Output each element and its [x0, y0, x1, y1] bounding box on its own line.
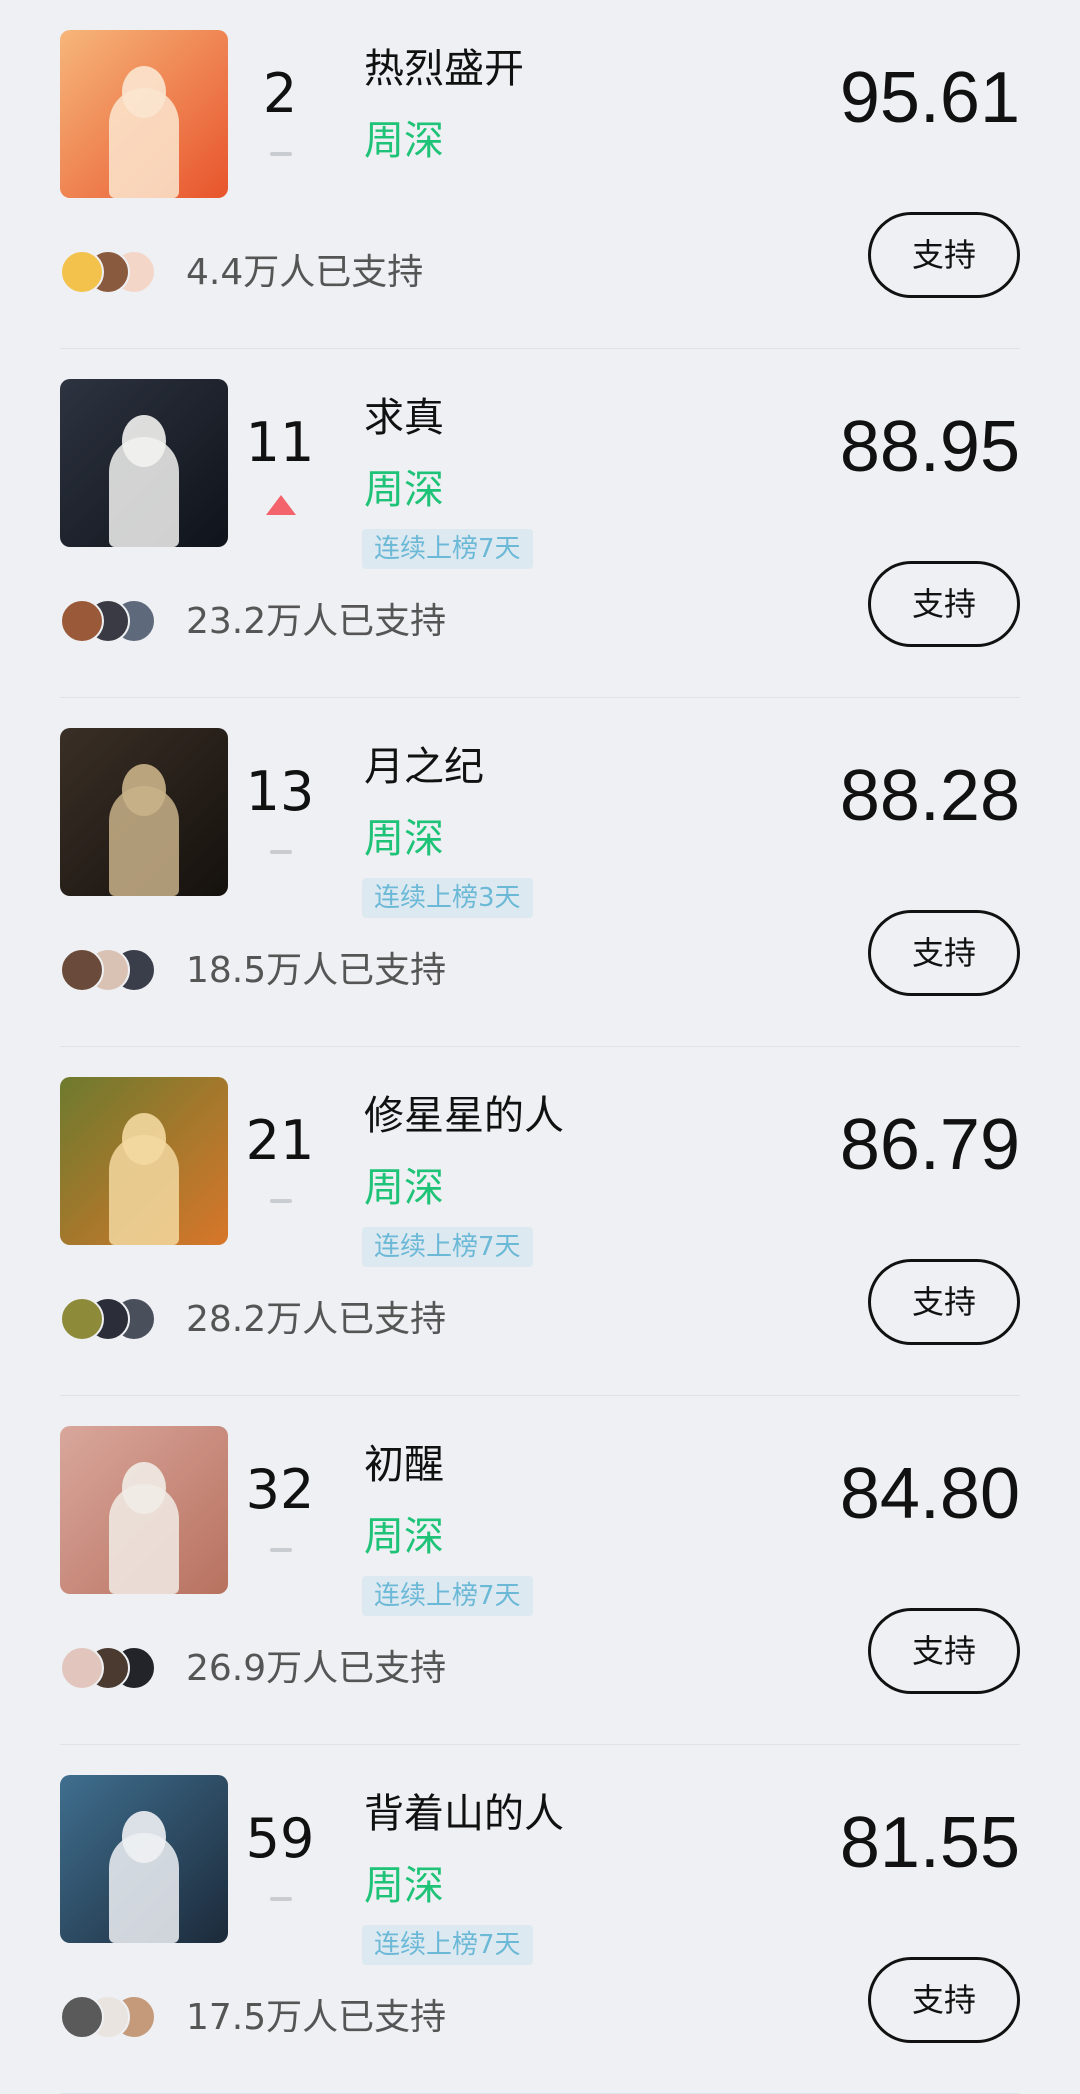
- album-cover[interactable]: [60, 379, 228, 547]
- list-item[interactable]: 11 求真 周深 连续上榜7天 88.95 23.2万人已支持 支持: [0, 349, 1080, 698]
- avatar: [60, 599, 104, 643]
- avatar: [60, 250, 104, 294]
- trend-flat-icon: [270, 1897, 292, 1901]
- score-value: 84.80: [839, 1454, 1020, 1534]
- artist-name[interactable]: 周深: [364, 1512, 444, 1562]
- rank-number: 13: [245, 760, 315, 823]
- album-cover[interactable]: [60, 1775, 228, 1943]
- score-value: 86.79: [839, 1105, 1020, 1185]
- supporter-avatars: [60, 1995, 180, 2041]
- streak-badge: 连续上榜7天: [362, 1227, 533, 1267]
- album-cover[interactable]: [60, 30, 228, 198]
- avatar: [60, 1995, 104, 2039]
- streak-badge: 连续上榜7天: [362, 529, 533, 569]
- score-value: 81.55: [839, 1803, 1020, 1883]
- song-title[interactable]: 背着山的人: [364, 1789, 564, 1839]
- cover-figure-head: [122, 66, 166, 118]
- streak-badge: 连续上榜7天: [362, 1576, 533, 1616]
- artist-name[interactable]: 周深: [364, 465, 444, 515]
- cover-figure-head: [122, 1113, 166, 1165]
- album-cover-image: [60, 1426, 228, 1594]
- support-button[interactable]: 支持: [868, 1608, 1020, 1694]
- song-title[interactable]: 求真: [364, 393, 444, 443]
- song-ranking-list: 2 热烈盛开 周深 95.61 4.4万人已支持 支持 11 求真 周深 连续上…: [0, 0, 1080, 2094]
- streak-badge: 连续上榜3天: [362, 878, 533, 918]
- list-item[interactable]: 21 修星星的人 周深 连续上榜7天 86.79 28.2万人已支持 支持: [0, 1047, 1080, 1396]
- supporter-count: 17.5万人已支持: [186, 1997, 447, 2038]
- cover-figure-head: [122, 1462, 166, 1514]
- cover-figure-head: [122, 764, 166, 816]
- list-item[interactable]: 13 月之纪 周深 连续上榜3天 88.28 18.5万人已支持 支持: [0, 698, 1080, 1047]
- support-button[interactable]: 支持: [868, 910, 1020, 996]
- streak-badge: 连续上榜7天: [362, 1925, 533, 1965]
- song-title[interactable]: 热烈盛开: [364, 44, 524, 94]
- support-button[interactable]: 支持: [868, 212, 1020, 298]
- album-cover[interactable]: [60, 1077, 228, 1245]
- supporter-count: 18.5万人已支持: [186, 950, 447, 991]
- supporter-avatars: [60, 1297, 180, 1343]
- score-value: 88.28: [839, 756, 1020, 836]
- support-button[interactable]: 支持: [868, 561, 1020, 647]
- supporter-avatars: [60, 948, 180, 994]
- supporter-avatars: [60, 1646, 180, 1692]
- cover-figure-head: [122, 1811, 166, 1863]
- avatar: [60, 1646, 104, 1690]
- cover-figure-head: [122, 415, 166, 467]
- score-value: 95.61: [839, 58, 1020, 138]
- album-cover[interactable]: [60, 728, 228, 896]
- supporter-avatars: [60, 599, 180, 645]
- supporter-count: 4.4万人已支持: [186, 252, 424, 293]
- list-item[interactable]: 32 初醒 周深 连续上榜7天 84.80 26.9万人已支持 支持: [0, 1396, 1080, 1745]
- trend-flat-icon: [270, 850, 292, 854]
- album-cover-image: [60, 30, 228, 198]
- artist-name[interactable]: 周深: [364, 1163, 444, 1213]
- score-value: 88.95: [839, 407, 1020, 487]
- rank-number: 59: [245, 1807, 315, 1870]
- song-title[interactable]: 初醒: [364, 1440, 444, 1490]
- avatar: [60, 948, 104, 992]
- rank-number: 11: [245, 411, 315, 474]
- album-cover[interactable]: [60, 1426, 228, 1594]
- support-button[interactable]: 支持: [868, 1259, 1020, 1345]
- album-cover-image: [60, 379, 228, 547]
- supporter-count: 23.2万人已支持: [186, 601, 447, 642]
- rank-number: 32: [245, 1458, 315, 1521]
- list-item[interactable]: 2 热烈盛开 周深 95.61 4.4万人已支持 支持: [0, 0, 1080, 349]
- artist-name[interactable]: 周深: [364, 1861, 444, 1911]
- list-item[interactable]: 59 背着山的人 周深 连续上榜7天 81.55 17.5万人已支持 支持: [0, 1745, 1080, 2094]
- artist-name[interactable]: 周深: [364, 116, 444, 166]
- album-cover-image: [60, 1077, 228, 1245]
- supporter-count: 26.9万人已支持: [186, 1648, 447, 1689]
- trend-flat-icon: [270, 152, 292, 156]
- song-title[interactable]: 修星星的人: [364, 1091, 564, 1141]
- artist-name[interactable]: 周深: [364, 814, 444, 864]
- support-button[interactable]: 支持: [868, 1957, 1020, 2043]
- rank-number: 2: [262, 62, 298, 125]
- supporter-count: 28.2万人已支持: [186, 1299, 447, 1340]
- rank-number: 21: [245, 1109, 315, 1172]
- supporter-avatars: [60, 250, 180, 296]
- album-cover-image: [60, 1775, 228, 1943]
- song-title[interactable]: 月之纪: [364, 742, 484, 792]
- trend-flat-icon: [270, 1199, 292, 1203]
- trend-flat-icon: [270, 1548, 292, 1552]
- avatar: [60, 1297, 104, 1341]
- trend-up-icon: [266, 495, 296, 515]
- album-cover-image: [60, 728, 228, 896]
